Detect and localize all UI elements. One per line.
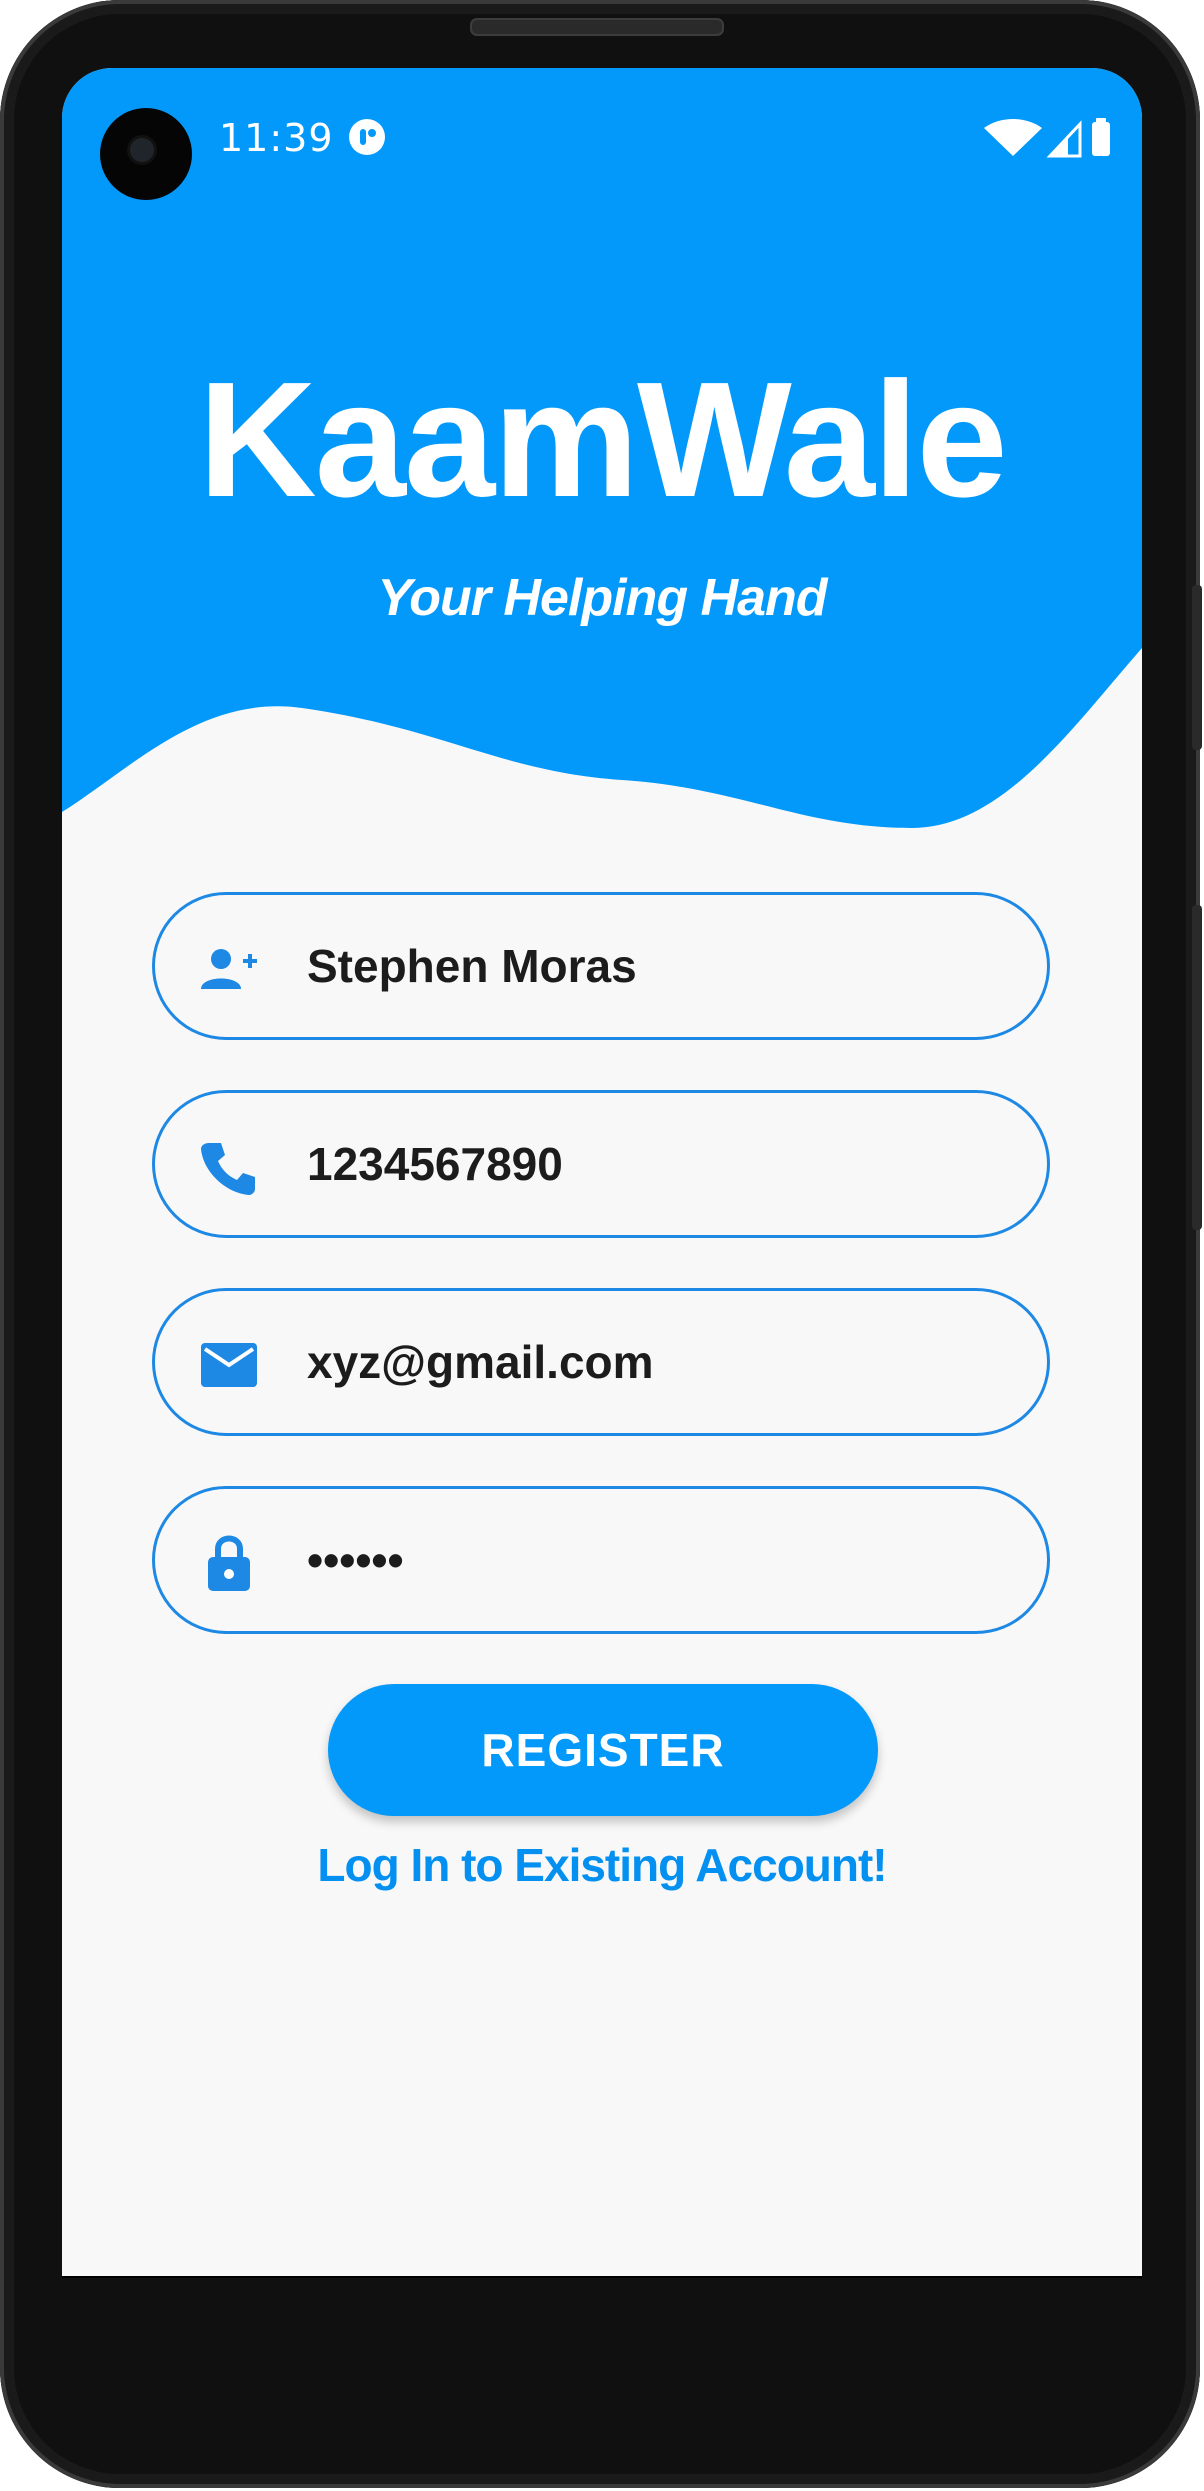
system-status-icons [984, 118, 1110, 158]
phone-field-value: 1234567890 [307, 1138, 563, 1190]
phone-icon [201, 1143, 255, 1195]
wifi-icon [984, 119, 1042, 156]
login-link[interactable]: Log In to Existing Account! [62, 1838, 1142, 1892]
notification-app-icon [349, 119, 385, 155]
name-field[interactable]: Stephen Moras [152, 892, 1050, 1040]
signal-icon [1046, 120, 1082, 158]
password-field[interactable]: •••••• [152, 1486, 1050, 1634]
add-person-icon [201, 949, 257, 989]
app-tagline: Your Helping Hand [377, 569, 827, 627]
name-field-value: Stephen Moras [307, 940, 637, 992]
register-button[interactable]: REGISTER [328, 1684, 878, 1816]
front-camera [100, 108, 192, 200]
status-bar: 11:39 [62, 68, 1142, 200]
phone-field[interactable]: 1234567890 [152, 1090, 1050, 1238]
mail-icon [201, 1343, 257, 1387]
lock-icon [208, 1535, 250, 1591]
power-button [1192, 905, 1202, 1230]
status-time: 11:39 [219, 116, 334, 160]
navigation-bar [62, 2276, 1142, 2278]
screen: 11:39 KaamWale Your Helping Hand Stephen… [62, 68, 1142, 2278]
phone-frame: 11:39 KaamWale Your Helping Hand Stephen… [0, 0, 1202, 2488]
email-field[interactable]: xyz@gmail.com [152, 1288, 1050, 1436]
password-field-value: •••••• [307, 1534, 404, 1586]
earpiece-speaker [470, 18, 724, 36]
volume-button [1192, 585, 1202, 750]
battery-icon [1092, 118, 1110, 156]
app-title: KaamWale [198, 348, 1007, 531]
email-field-value: xyz@gmail.com [307, 1336, 654, 1388]
